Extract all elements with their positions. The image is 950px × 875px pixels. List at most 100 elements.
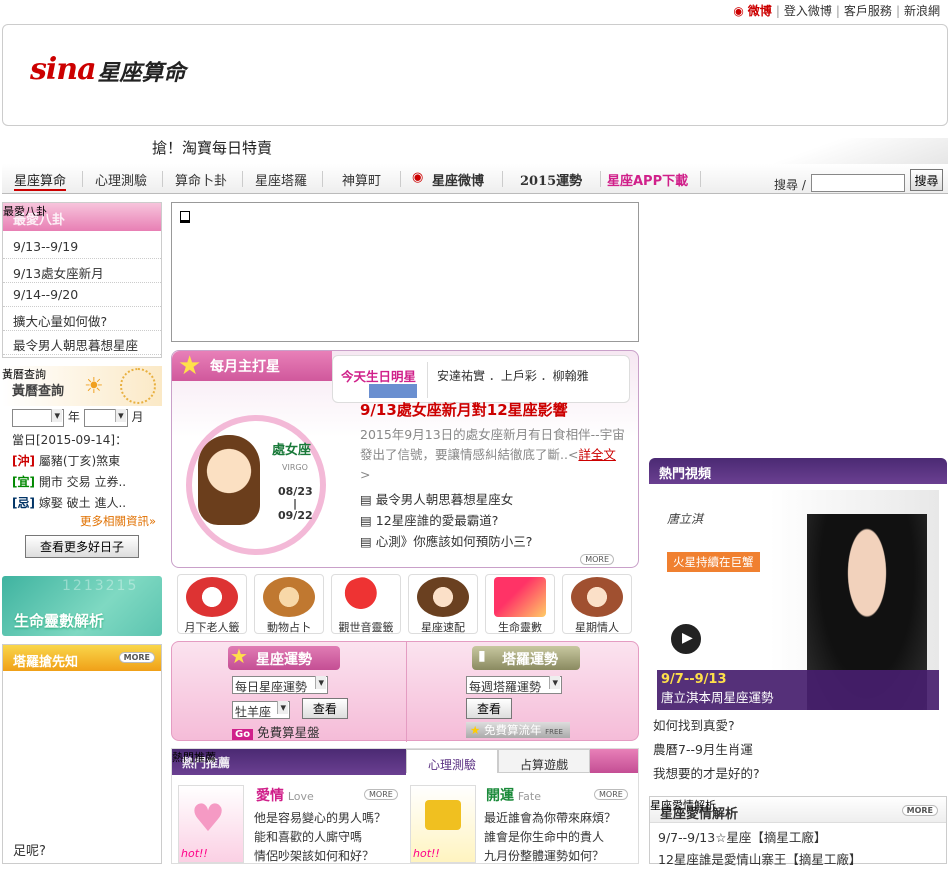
- list-item[interactable]: 擴大心量如何做?: [3, 307, 161, 331]
- service-guanyin[interactable]: 觀世音靈籤: [331, 574, 401, 634]
- more-good-days-button[interactable]: 查看更多好日子: [24, 534, 139, 558]
- service-label: 觀世音靈籤: [338, 621, 394, 634]
- service-link[interactable]: 客戶服務: [844, 2, 892, 19]
- tab-psych[interactable]: 心理測驗: [406, 749, 498, 773]
- detail-link[interactable]: 詳全文: [578, 447, 616, 462]
- service-animal[interactable]: 動物占卜: [254, 574, 324, 634]
- list-item[interactable]: 9/7--9/13☆星座【摘星工廠】: [658, 827, 938, 849]
- fate-image[interactable]: hot!!: [410, 785, 476, 863]
- list-item[interactable]: 誰會是你生命中的貴人: [484, 828, 616, 847]
- monthly-links: ▤ 最令男人朝思暮想星座女 ▤ 12星座誰的愛最霸道? ▤ 心測》你應該如何預防…: [360, 489, 532, 552]
- list-item[interactable]: 農曆7--9月生肖運: [653, 738, 760, 762]
- more-button[interactable]: MORE: [364, 789, 398, 800]
- almanac-box: 黃曆查詢 ☀ 黃曆查詢 年 月 當日[2015-09-14]： [沖] 屬豬(丁…: [2, 366, 162, 568]
- tarot-preview-header: 塔羅搶先知 MORE: [3, 645, 161, 671]
- list-item[interactable]: 9/13處女座新月: [3, 259, 161, 283]
- birthday-star-names[interactable]: 安達祐實 ．上戶彩 ．柳翰雅: [437, 367, 589, 384]
- monthly-headline[interactable]: 9/13處女座新月對12星座影響: [360, 399, 568, 420]
- nav-tab-2015[interactable]: 2015運勢: [520, 170, 582, 189]
- search-input[interactable]: [811, 174, 905, 192]
- service-match[interactable]: 星座速配: [408, 574, 478, 634]
- list-item[interactable]: 九月份整體運勢如何？: [484, 847, 616, 866]
- weibo-icon: ◉: [412, 170, 424, 185]
- free-year-link[interactable]: ★ 免費算流年 FREE: [466, 722, 570, 738]
- year-select[interactable]: [12, 408, 64, 427]
- nav-tab-app[interactable]: 星座APP下載: [607, 170, 688, 189]
- list-item[interactable]: 9/14--9/20: [3, 283, 161, 307]
- list-item[interactable]: ▤ 心測》你應該如何預防小三?: [360, 531, 532, 552]
- nav-tab-weibo[interactable]: 星座微博: [432, 170, 484, 189]
- nav-tab-tarot[interactable]: 星座塔羅: [255, 170, 307, 189]
- star-view-button[interactable]: 查看: [301, 698, 348, 719]
- doc-icon: ▤: [360, 492, 376, 507]
- sign-select[interactable]: 牡羊座: [232, 700, 290, 719]
- tarot-view-button[interactable]: 查看: [466, 698, 513, 719]
- go-badge: Go: [232, 729, 254, 740]
- list-item[interactable]: 最令男人朝思暮想星座: [3, 331, 161, 355]
- almanac-title: 黃曆查詢: [12, 384, 65, 399]
- more-button[interactable]: MORE: [118, 652, 155, 663]
- play-icon[interactable]: ▶: [669, 622, 703, 656]
- birthday-tabs: 今天生日明星 安達祐實 ．上戶彩 ．柳翰雅: [332, 355, 630, 403]
- love-astro-box: 星座愛情解析 MORE 星座愛情解析 9/7--9/13☆星座【摘星工廠】 12…: [649, 796, 947, 867]
- more-button[interactable]: MORE: [594, 789, 628, 800]
- list-item[interactable]: 如何找到真愛?: [653, 714, 760, 738]
- list-item[interactable]: 12星座誰是愛情山寨王【摘星工廠】: [658, 849, 938, 871]
- life-number-banner[interactable]: 1213215 生命靈數解析: [2, 576, 162, 636]
- tab-today-birthday[interactable]: 今天生日明星: [341, 366, 416, 385]
- tab-games[interactable]: 占算遊戲: [498, 749, 590, 773]
- tag-yi: [宜]: [12, 474, 35, 489]
- list-item[interactable]: 我想要的才是好的?: [653, 762, 760, 786]
- month-select[interactable]: [83, 408, 128, 427]
- almanac-date-picker: 年 月: [2, 406, 162, 429]
- love-image[interactable]: ♥ hot!!: [178, 785, 244, 863]
- couple-icon: [417, 577, 469, 617]
- video-caption-bar[interactable]: 9/7--9/13 唐立淇本周星座運勢: [657, 670, 939, 710]
- love-title[interactable]: 愛情: [256, 788, 284, 804]
- almanac-text: 開市 交易 立券..: [38, 474, 127, 489]
- star-fortune-type-select[interactable]: 每日星座運勢: [232, 676, 328, 694]
- nav-tab-divination[interactable]: 算命卜卦: [175, 170, 227, 189]
- list-item[interactable]: 情侶吵架該如何和好？: [254, 847, 386, 866]
- star-icon: ★: [470, 723, 481, 737]
- link-text: 最令男人朝思暮想星座女: [375, 492, 514, 507]
- service-matchmaker[interactable]: 月下老人籤: [177, 574, 247, 634]
- nav-tab-astrology[interactable]: 星座算命: [14, 170, 67, 191]
- love-title-row: 愛情 Love: [256, 785, 314, 805]
- star-fortune-select-row: 每日星座運勢: [232, 676, 328, 694]
- list-item[interactable]: ▤ 最令男人朝思暮想星座女: [360, 489, 532, 510]
- sina-home-link[interactable]: 新浪網: [904, 2, 940, 19]
- search-label: 搜尋 /: [774, 178, 806, 192]
- list-item[interactable]: ▤ 12星座誰的愛最霸道?: [360, 510, 532, 531]
- fate-title[interactable]: 開運: [486, 788, 514, 804]
- taobao-promo-link[interactable]: 搶！淘寶每日特賣: [152, 137, 272, 158]
- search-button[interactable]: 搜尋: [910, 169, 943, 191]
- list-item[interactable]: 能和喜歡的人廝守嗎: [254, 828, 386, 847]
- tarot-preview-title: 塔羅搶先知: [13, 655, 79, 670]
- star-fortune-title: 星座運勢: [256, 652, 312, 668]
- service-weekday-lover[interactable]: 星期情人: [562, 574, 632, 634]
- weibo-link[interactable]: 微博: [748, 2, 772, 19]
- gossip-label: 最愛八卦: [3, 205, 47, 218]
- list-item[interactable]: 9/13--9/19: [3, 235, 161, 259]
- site-title: 星座算命: [97, 61, 186, 86]
- tarot-type-select[interactable]: 每週塔羅運勢: [466, 676, 562, 694]
- video-caption-small: 火星持續在巨蟹: [673, 555, 754, 569]
- service-lifenum[interactable]: 生命靈數: [485, 574, 555, 634]
- site-logo[interactable]: sina 星座算命: [30, 52, 186, 87]
- tarot-fortune-title: 塔羅運勢: [502, 652, 558, 668]
- login-link[interactable]: 登入微博: [784, 2, 832, 19]
- year-label: 年: [67, 410, 80, 424]
- more-button[interactable]: MORE: [901, 805, 938, 816]
- life-number-title: 生命靈數解析: [14, 612, 105, 630]
- divider: [427, 362, 428, 398]
- fate-title-row: 開運 Fate: [486, 785, 541, 805]
- nav-tab-psych-test[interactable]: 心理測驗: [95, 170, 147, 189]
- almanac-more-link[interactable]: 更多相關資訊»: [2, 513, 162, 529]
- nav-tab-shensuan[interactable]: 神算町: [342, 170, 381, 189]
- free-chart-link[interactable]: Go 免費算星盤: [232, 722, 320, 741]
- more-button[interactable]: MORE: [580, 554, 614, 565]
- list-item[interactable]: 他是容易變心的男人嗎？: [254, 809, 386, 828]
- list-item[interactable]: 最近誰會為你帶來麻煩？: [484, 809, 616, 828]
- lovers-icon: [571, 577, 623, 617]
